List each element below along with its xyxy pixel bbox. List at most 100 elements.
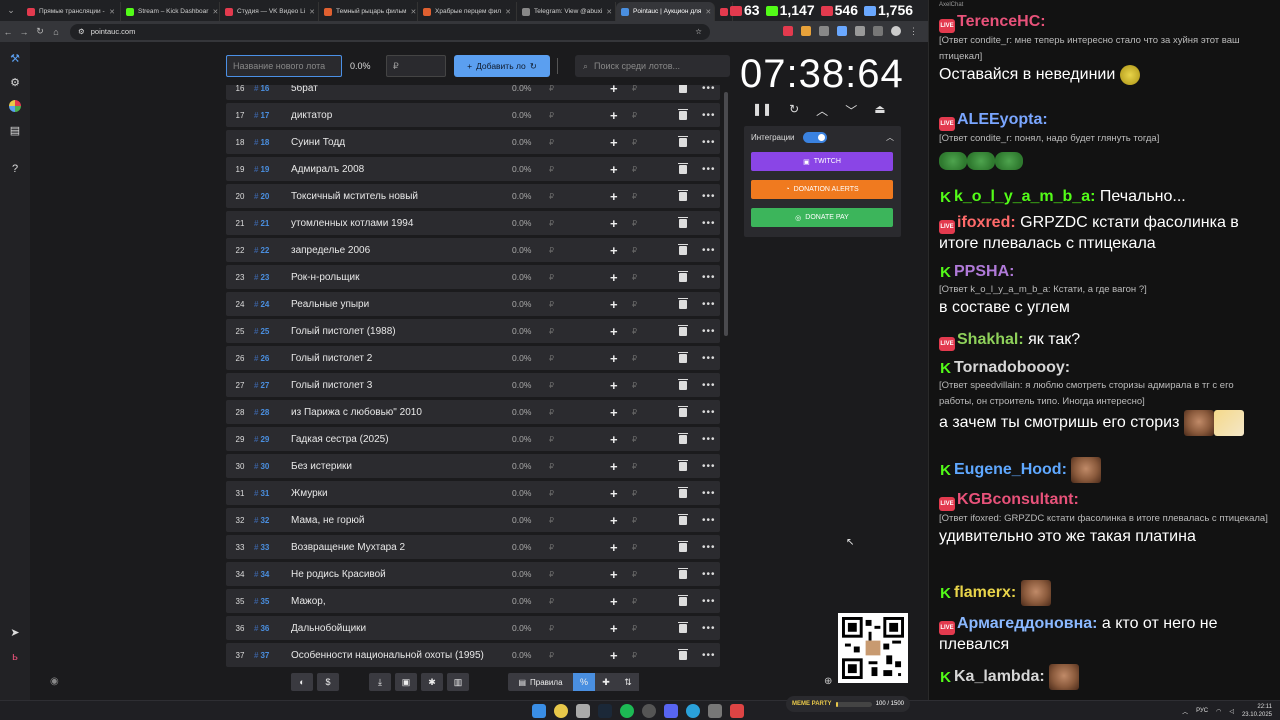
bug-icon[interactable]: ✱ [421, 673, 443, 691]
keyboard-language[interactable]: РУС [1196, 708, 1208, 714]
browser-tab[interactable]: Прямые трансляции - ✕ [22, 2, 121, 21]
volume-icon[interactable]: ◁ [1229, 708, 1234, 715]
eject-icon[interactable]: ⏏ [874, 102, 885, 119]
lot-id[interactable]: #37 [254, 651, 291, 660]
chat-username[interactable]: PPSHA: [954, 263, 1014, 280]
lot-row[interactable]: 23 #23 Рок-н-рольщик 0.0% ₽ + ₽ ••• [226, 265, 720, 289]
lot-amount-field[interactable]: ₽ [549, 354, 554, 363]
browser-tab[interactable]: Stream – Kick Dashboar ✕ [121, 2, 220, 21]
lot-name[interactable]: запределье 2006 [291, 245, 511, 256]
lot-amount-field[interactable]: ₽ [549, 327, 554, 336]
chat-username[interactable]: Tornadoboooy: [954, 359, 1070, 376]
lot-id[interactable]: #23 [254, 273, 291, 282]
lot-id[interactable]: #25 [254, 327, 291, 336]
close-icon[interactable]: ✕ [505, 8, 511, 16]
more-icon[interactable]: ••• [702, 326, 716, 337]
browser-tab[interactable]: Pointauc | Аукцион для ✕ [616, 2, 715, 21]
more-icon[interactable]: ••• [702, 191, 716, 202]
lot-amount-field[interactable]: ₽ [549, 597, 554, 606]
plus-icon[interactable]: + [610, 540, 618, 555]
lot-name[interactable]: Суини Тодд [291, 137, 511, 148]
lot-add-amount-field[interactable]: ₽ [632, 597, 637, 606]
chat-username[interactable]: Shakhal: [957, 331, 1024, 348]
lot-add-amount-field[interactable]: ₽ [632, 327, 637, 336]
github-icon[interactable]: ◐ [291, 673, 313, 691]
lot-name[interactable]: из Парижа с любовью" 2010 [291, 407, 511, 418]
lot-row[interactable]: 37 #37 Особенности национальной охоты (199… [226, 643, 720, 667]
add-lot-button[interactable]: + Добавить ло ↻ [454, 55, 550, 77]
more-icon[interactable]: ••• [702, 569, 716, 580]
discord-icon[interactable] [664, 704, 678, 718]
lot-row[interactable]: 24 #24 Реальные упыри 0.0% ₽ + ₽ ••• [226, 292, 720, 316]
plus-icon[interactable]: + [610, 432, 618, 447]
lot-row[interactable]: 21 #21 утомленных котлами 1994 0.0% ₽ + ₽ ••• [226, 211, 720, 235]
site-info-icon[interactable]: ⚙ [78, 27, 85, 36]
pause-icon[interactable]: ❚❚ [752, 102, 772, 119]
more-icon[interactable]: ••• [702, 434, 716, 445]
url-field[interactable]: ⚙ pointauc.com ☆ [70, 23, 710, 40]
lot-row[interactable]: 19 #19 Адмиралъ 2008 0.0% ₽ + ₽ ••• [226, 157, 720, 181]
lot-amount-field[interactable]: ₽ [549, 85, 554, 93]
more-icon[interactable]: ••• [702, 137, 716, 148]
lot-row[interactable]: 29 #29 Гадкая сестра (2025) 0.0% ₽ + ₽ ••• [226, 427, 720, 451]
lot-amount-field[interactable]: ₽ [549, 408, 554, 417]
lot-add-amount-field[interactable]: ₽ [632, 381, 637, 390]
lot-add-amount-field[interactable]: ₽ [632, 570, 637, 579]
spotify-icon[interactable] [620, 704, 634, 718]
browser-tab[interactable]: Храбрые перцем фил ✕ [418, 2, 517, 21]
lot-add-amount-field[interactable]: ₽ [632, 273, 637, 282]
close-icon[interactable]: ✕ [410, 8, 416, 16]
lot-add-amount-field[interactable]: ₽ [632, 138, 637, 147]
telegram-icon[interactable]: ➤ [8, 626, 22, 640]
lot-id[interactable]: #35 [254, 597, 291, 606]
lot-add-amount-field[interactable]: ₽ [632, 165, 637, 174]
more-icon[interactable]: ••• [702, 380, 716, 391]
profile-avatar[interactable] [891, 26, 901, 36]
chat-username[interactable]: Eugene_Hood: [954, 461, 1067, 478]
lot-name[interactable]: Голый пистолет 3 [291, 380, 511, 391]
chat-username[interactable]: Армагеддоновна: [957, 615, 1097, 632]
close-icon[interactable]: ✕ [309, 8, 315, 16]
more-icon[interactable]: ••• [702, 218, 716, 229]
lot-add-amount-field[interactable]: ₽ [632, 408, 637, 417]
chevron-up-icon[interactable]: ︿ [886, 132, 894, 143]
extension-icon[interactable] [837, 26, 847, 36]
plus-icon[interactable]: + [610, 108, 618, 123]
lot-row[interactable]: 35 #35 Мажор, 0.0% ₽ + ₽ ••• [226, 589, 720, 613]
trash-icon[interactable] [678, 432, 688, 444]
lot-row[interactable]: 28 #28 из Парижа с любовью" 2010 0.0% ₽ + ₽ ••• [226, 400, 720, 424]
plus-icon[interactable]: + [610, 486, 618, 501]
close-icon[interactable]: ✕ [606, 8, 612, 16]
donation-alerts-button[interactable]: ◔ DONATION ALERTS [751, 180, 893, 199]
plus-icon[interactable]: + [610, 189, 618, 204]
lot-id[interactable]: #34 [254, 570, 291, 579]
lot-amount-field[interactable]: ₽ [549, 165, 554, 174]
lot-amount-field[interactable]: ₽ [549, 543, 554, 552]
chat-username[interactable]: TerenceHC: [957, 13, 1046, 30]
back-icon[interactable]: ← [0, 27, 16, 37]
lot-name[interactable]: Возвращение Мухтара 2 [291, 542, 511, 553]
hammer-icon[interactable]: ⚒ [8, 52, 22, 66]
wheel-icon[interactable] [8, 100, 22, 114]
plus-icon[interactable]: + [610, 243, 618, 258]
lot-id[interactable]: #19 [254, 165, 291, 174]
eye-icon[interactable]: ◉ [50, 676, 59, 687]
integrations-toggle[interactable] [802, 131, 827, 143]
plus-icon[interactable]: + [610, 162, 618, 177]
more-icon[interactable]: ••• [702, 299, 716, 310]
lot-row[interactable]: 17 #17 диктатор 0.0% ₽ + ₽ ••• [226, 103, 720, 127]
plus-icon[interactable]: + [610, 297, 618, 312]
lot-add-amount-field[interactable]: ₽ [632, 462, 637, 471]
trash-icon[interactable] [678, 594, 688, 606]
lot-row[interactable]: 32 #32 Мама, не горюй 0.0% ₽ + ₽ ••• [226, 508, 720, 532]
lot-amount-field[interactable]: ₽ [549, 111, 554, 120]
lot-id[interactable]: #30 [254, 462, 291, 471]
lot-id[interactable]: #33 [254, 543, 291, 552]
extension-icon[interactable] [801, 26, 811, 36]
trash-icon[interactable] [679, 85, 687, 93]
lot-add-amount-field[interactable]: ₽ [632, 543, 637, 552]
plus-icon[interactable]: + [610, 378, 618, 393]
lot-add-amount-field[interactable]: ₽ [632, 651, 637, 660]
more-icon[interactable]: ••• [702, 650, 716, 661]
donate-pay-button[interactable]: ◎ DONATE PAY [751, 208, 893, 227]
